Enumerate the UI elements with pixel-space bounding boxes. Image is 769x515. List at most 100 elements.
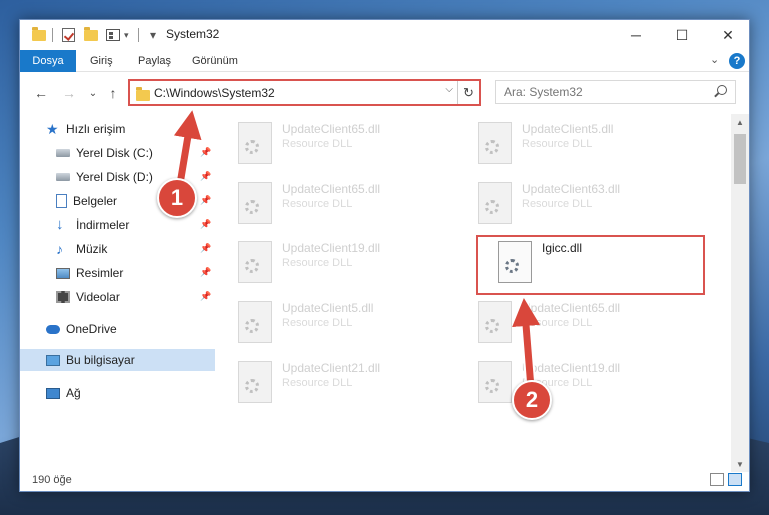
minimize-button[interactable]: ─ (613, 20, 659, 50)
computer-icon (46, 354, 60, 366)
download-icon: ↓ (56, 216, 64, 233)
sidebar-item-network[interactable]: Ağ (20, 382, 215, 404)
file-type: Resource DLL (282, 317, 353, 329)
file-item[interactable]: UpdateClient5.dll Resource DLL (466, 116, 686, 164)
address-dropdown-icon[interactable]: ⌵ (445, 84, 453, 95)
file-item[interactable]: UpdateClient5.dll Resource DLL (226, 295, 446, 343)
music-icon: ♪ (56, 241, 63, 257)
dll-file-icon (238, 361, 272, 403)
file-item[interactable]: UpdateClient63.dll Resource DLL (466, 176, 686, 224)
quick-access-dropdown-icon[interactable]: ▾ (124, 27, 129, 43)
sidebar-item-quick-access[interactable]: ★ Hızlı erişim (20, 118, 215, 140)
step-1-badge: 1 (157, 178, 197, 218)
pictures-icon (56, 267, 70, 279)
tab-dosya[interactable]: Dosya (20, 50, 76, 72)
address-bar[interactable]: C:\Windows\System32 ⌵ ↻ (128, 79, 481, 106)
star-icon: ★ (46, 121, 59, 137)
file-item[interactable]: UpdateClient19.dll Resource DLL (226, 235, 446, 283)
sidebar-item-label: OneDrive (66, 322, 117, 336)
separator (52, 27, 53, 43)
pin-icon[interactable]: 📌 (200, 147, 211, 158)
file-name: UpdateClient65.dll (522, 301, 621, 315)
properties-check-icon[interactable] (62, 27, 75, 43)
sidebar-item-label: Resimler (76, 266, 124, 280)
pin-icon[interactable]: 📌 (200, 195, 211, 206)
file-name: UpdateClient5.dll (522, 122, 614, 136)
tab-gorunum[interactable]: Görünüm (182, 50, 248, 72)
new-folder-icon[interactable] (84, 26, 98, 43)
file-item[interactable]: UpdateClient19.dll Resource DLL (466, 355, 686, 403)
dll-file-icon (478, 301, 512, 343)
file-name: UpdateClient19.dll (522, 361, 621, 375)
file-name: UpdateClient65.dll (282, 122, 381, 136)
sidebar-item-local-disk-c[interactable]: Yerel Disk (C:) 📌 (20, 142, 215, 164)
navigation-pane: ★ Hızlı erişim Yerel Disk (C:) 📌 Yerel D… (20, 114, 215, 464)
recent-locations-dropdown[interactable]: ⌄ (84, 84, 102, 102)
maximize-button[interactable]: ☐ (659, 20, 705, 50)
sidebar-item-label: Videolar (76, 290, 120, 304)
dll-file-icon (478, 361, 512, 403)
pin-icon[interactable]: 📌 (200, 219, 211, 230)
file-type: Resource DLL (282, 198, 353, 210)
scroll-up-icon[interactable]: ▲ (731, 114, 749, 130)
pin-icon[interactable]: 📌 (200, 267, 211, 278)
navigation-bar: ← → ⌄ ↑ C:\Windows\System32 ⌵ ↻ (20, 73, 749, 113)
up-button[interactable]: ↑ (104, 84, 122, 102)
file-name: UpdateClient19.dll (282, 241, 381, 255)
dll-file-icon (478, 182, 512, 224)
address-path[interactable]: C:\Windows\System32 (154, 86, 275, 100)
pin-icon[interactable]: 📌 (200, 243, 211, 254)
folder-icon (32, 26, 46, 43)
sidebar-item-downloads[interactable]: ↓ İndirmeler 📌 (20, 214, 215, 236)
sidebar-item-music[interactable]: ♪ Müzik 📌 (20, 238, 215, 260)
documents-icon (56, 194, 67, 208)
folder-icon (136, 87, 150, 101)
file-item[interactable]: UpdateClient65.dll Resource DLL (226, 176, 446, 224)
tab-paylas[interactable]: Paylaş (128, 50, 181, 72)
pin-icon[interactable]: 📌 (200, 171, 211, 182)
file-name: UpdateClient21.dll (282, 361, 381, 375)
search-icon[interactable] (717, 85, 727, 95)
back-button[interactable]: ← (32, 84, 50, 102)
tab-giris[interactable]: Giriş (80, 50, 123, 72)
pin-icon[interactable]: 📌 (200, 291, 211, 302)
refresh-icon[interactable]: ↻ (457, 81, 479, 104)
title-bar: ▾ ▾ System32 ─ ☐ ✕ (20, 20, 749, 50)
file-name: UpdateClient63.dll (522, 182, 621, 196)
sidebar-item-onedrive[interactable]: OneDrive (20, 318, 215, 340)
scroll-thumb[interactable] (734, 134, 746, 184)
sidebar-item-this-pc[interactable]: Bu bilgisayar (20, 349, 215, 371)
step-2-badge: 2 (512, 380, 552, 420)
dll-file-icon (238, 301, 272, 343)
videos-icon (56, 291, 70, 303)
drive-icon (56, 149, 70, 157)
sidebar-item-label: Hızlı erişim (66, 122, 126, 136)
help-icon[interactable]: ? (729, 53, 745, 69)
item-count: 190 öğe (32, 474, 72, 486)
dll-file-icon (238, 182, 272, 224)
file-type: Resource DLL (522, 317, 593, 329)
forward-button[interactable]: → (60, 84, 78, 102)
sidebar-item-videos[interactable]: Videolar 📌 (20, 286, 215, 308)
customize-view-icon[interactable] (106, 27, 120, 43)
quick-access-expand-icon[interactable]: ▾ (150, 27, 156, 43)
ribbon-expand-icon[interactable]: ⌄ (710, 53, 719, 66)
vertical-scrollbar[interactable]: ▲ ▼ (731, 114, 749, 472)
search-box[interactable] (495, 80, 736, 104)
sidebar-item-label: Yerel Disk (C:) (76, 146, 153, 160)
details-view-button[interactable] (710, 473, 724, 486)
dll-file-icon (238, 122, 272, 164)
file-highlight-box (476, 235, 705, 295)
search-input[interactable] (496, 81, 706, 103)
tiles-view-button[interactable] (728, 473, 742, 486)
file-name: UpdateClient5.dll (282, 301, 374, 315)
close-button[interactable]: ✕ (705, 20, 751, 50)
dll-file-icon (478, 122, 512, 164)
file-type: Resource DLL (282, 377, 353, 389)
file-item[interactable]: UpdateClient65.dll Resource DLL (466, 295, 686, 343)
file-item[interactable]: UpdateClient65.dll Resource DLL (226, 116, 446, 164)
file-item[interactable]: UpdateClient21.dll Resource DLL (226, 355, 446, 403)
sidebar-item-pictures[interactable]: Resimler 📌 (20, 262, 215, 284)
status-bar: 190 öğe (20, 469, 749, 491)
ribbon-tabs: Dosya Giriş Paylaş Görünüm ⌄ ? (20, 50, 749, 72)
